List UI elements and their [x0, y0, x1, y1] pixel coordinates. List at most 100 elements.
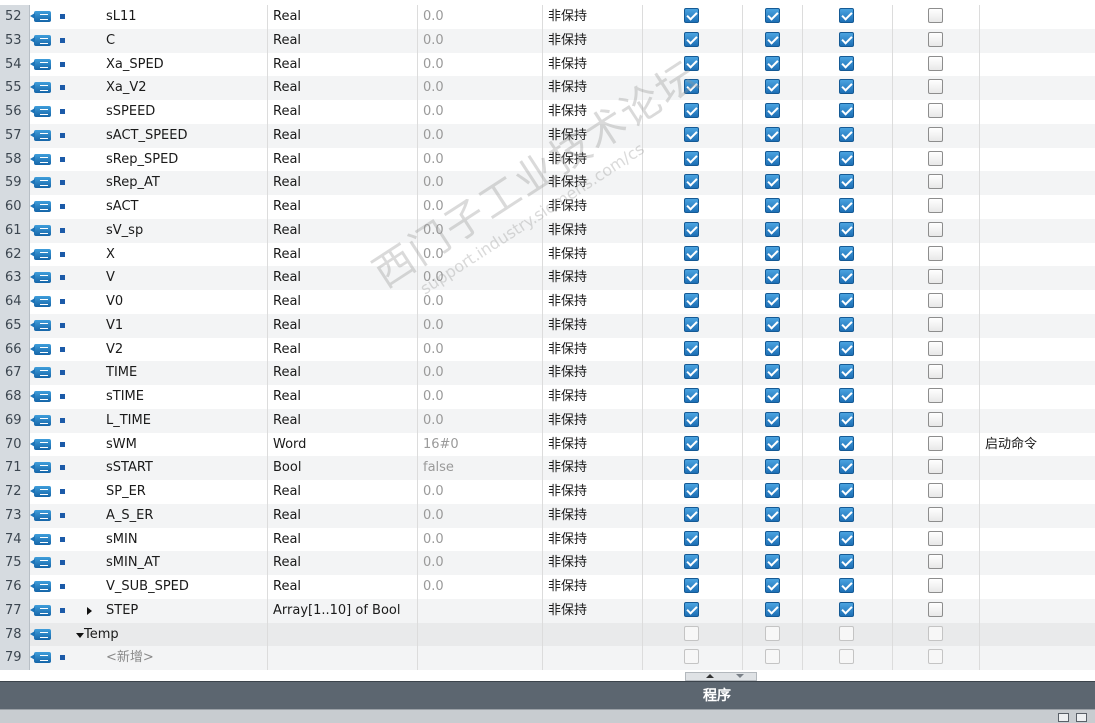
- comment[interactable]: [980, 361, 1095, 385]
- data-type[interactable]: Real: [268, 337, 418, 362]
- retain-value[interactable]: 非保持: [543, 408, 643, 433]
- accessible-from-hmi-checkbox[interactable]: [684, 388, 699, 403]
- comment[interactable]: [980, 171, 1095, 195]
- visible-in-hmi-checkbox[interactable]: [839, 103, 854, 118]
- comment[interactable]: [980, 456, 1095, 480]
- variable-name[interactable]: A_S_ER: [106, 504, 153, 528]
- name-cell[interactable]: C: [70, 28, 268, 53]
- comment[interactable]: [980, 195, 1095, 219]
- retain-value[interactable]: 非保持: [543, 266, 643, 291]
- accessible-from-hmi-checkbox[interactable]: [684, 221, 699, 237]
- retain-value[interactable]: 非保持: [543, 337, 643, 362]
- data-type[interactable]: Real: [268, 480, 418, 504]
- default-value[interactable]: 0.0: [418, 100, 543, 124]
- comment[interactable]: [980, 338, 1095, 362]
- default-value[interactable]: 0.0: [418, 408, 543, 433]
- retain-value[interactable]: 非保持: [543, 52, 643, 77]
- writable-from-hmi-checkbox[interactable]: [765, 55, 780, 71]
- variable-name[interactable]: sTIME: [106, 385, 144, 409]
- writable-from-hmi-checkbox[interactable]: [765, 601, 780, 617]
- visible-in-hmi-checkbox[interactable]: [839, 293, 854, 308]
- retain-value[interactable]: 非保持: [543, 195, 643, 219]
- setpoint-checkbox[interactable]: [928, 483, 943, 498]
- retain-value[interactable]: 非保持: [543, 432, 643, 457]
- scroll-down-icon[interactable]: [736, 674, 744, 678]
- default-value[interactable]: 0.0: [418, 313, 543, 338]
- writable-from-hmi-checkbox[interactable]: [765, 578, 780, 593]
- visible-in-hmi-checkbox[interactable]: [839, 79, 854, 95]
- accessible-from-hmi-checkbox[interactable]: [684, 625, 699, 641]
- visible-in-hmi-checkbox[interactable]: [839, 578, 854, 593]
- writable-from-hmi-checkbox[interactable]: [765, 293, 780, 308]
- data-type[interactable]: Real: [268, 385, 418, 409]
- window-icon[interactable]: [1058, 713, 1069, 722]
- accessible-from-hmi-checkbox[interactable]: [684, 8, 699, 23]
- data-type[interactable]: Real: [268, 361, 418, 386]
- table-row[interactable]: 58 sRep_SPED Real 0.0 非保持: [0, 147, 1095, 172]
- comment[interactable]: [980, 314, 1095, 338]
- comment[interactable]: [980, 100, 1095, 124]
- accessible-from-hmi-checkbox[interactable]: [684, 79, 699, 95]
- retain-value[interactable]: 非保持: [543, 503, 643, 528]
- writable-from-hmi-checkbox[interactable]: [765, 316, 780, 332]
- variable-name[interactable]: L_TIME: [106, 409, 151, 433]
- variable-name[interactable]: V_SUB_SPED: [106, 575, 189, 599]
- data-type[interactable]: Real: [268, 503, 418, 528]
- variable-name[interactable]: V2: [106, 338, 123, 362]
- variable-name[interactable]: sSPEED: [106, 100, 155, 124]
- data-type[interactable]: Real: [268, 5, 418, 29]
- default-value[interactable]: 0.0: [418, 76, 543, 101]
- writable-from-hmi-checkbox[interactable]: [765, 103, 780, 118]
- name-cell[interactable]: V2: [70, 337, 268, 362]
- default-value[interactable]: 0.0: [418, 266, 543, 291]
- name-cell[interactable]: SP_ER: [70, 480, 268, 504]
- variable-name[interactable]: <新增>: [106, 646, 154, 670]
- scroll-buttons[interactable]: [685, 672, 757, 681]
- retain-value[interactable]: 非保持: [543, 218, 643, 243]
- table-row[interactable]: 73 A_S_ER Real 0.0 非保持: [0, 503, 1095, 528]
- table-row[interactable]: 65 V1 Real 0.0 非保持: [0, 313, 1095, 338]
- table-row[interactable]: 78 Temp: [0, 622, 1095, 647]
- default-value[interactable]: 0.0: [418, 218, 543, 243]
- setpoint-checkbox[interactable]: [928, 126, 943, 142]
- comment[interactable]: [980, 528, 1095, 552]
- table-row[interactable]: 66 V2 Real 0.0 非保持: [0, 337, 1095, 362]
- table-row[interactable]: 79 <新增>: [0, 646, 1095, 671]
- default-value[interactable]: 0.0: [418, 337, 543, 362]
- table-row[interactable]: 52 sL11 Real 0.0 非保持: [0, 5, 1095, 29]
- table-row[interactable]: 72 SP_ER Real 0.0 非保持: [0, 480, 1095, 504]
- retain-value[interactable]: 非保持: [543, 123, 643, 148]
- comment[interactable]: [980, 219, 1095, 243]
- setpoint-checkbox[interactable]: [928, 340, 943, 356]
- comment[interactable]: [980, 29, 1095, 53]
- retain-value[interactable]: 非保持: [543, 385, 643, 409]
- writable-from-hmi-checkbox[interactable]: [765, 245, 780, 261]
- name-cell[interactable]: Xa_V2: [70, 76, 268, 101]
- visible-in-hmi-checkbox[interactable]: [839, 649, 854, 665]
- accessible-from-hmi-checkbox[interactable]: [684, 601, 699, 617]
- table-row[interactable]: 55 Xa_V2 Real 0.0 非保持: [0, 76, 1095, 101]
- variable-name[interactable]: sL11: [106, 5, 137, 29]
- data-type[interactable]: Real: [268, 76, 418, 101]
- accessible-from-hmi-checkbox[interactable]: [684, 198, 699, 213]
- name-cell[interactable]: V0: [70, 290, 268, 314]
- data-type[interactable]: Real: [268, 266, 418, 291]
- setpoint-checkbox[interactable]: [928, 435, 943, 451]
- data-type[interactable]: Real: [268, 290, 418, 314]
- variable-name[interactable]: V0: [106, 290, 123, 314]
- setpoint-checkbox[interactable]: [928, 649, 943, 665]
- default-value[interactable]: [418, 622, 543, 647]
- default-value[interactable]: 0.0: [418, 5, 543, 29]
- retain-value[interactable]: 非保持: [543, 242, 643, 267]
- visible-in-hmi-checkbox[interactable]: [839, 364, 854, 380]
- setpoint-checkbox[interactable]: [928, 55, 943, 71]
- table-row[interactable]: 62 X Real 0.0 非保持: [0, 242, 1095, 267]
- retain-value[interactable]: 非保持: [543, 575, 643, 599]
- accessible-from-hmi-checkbox[interactable]: [684, 340, 699, 356]
- writable-from-hmi-checkbox[interactable]: [765, 269, 780, 285]
- setpoint-checkbox[interactable]: [928, 364, 943, 380]
- variable-name[interactable]: TIME: [106, 361, 137, 385]
- comment[interactable]: [980, 76, 1095, 100]
- data-type[interactable]: Real: [268, 171, 418, 196]
- data-type[interactable]: Real: [268, 52, 418, 77]
